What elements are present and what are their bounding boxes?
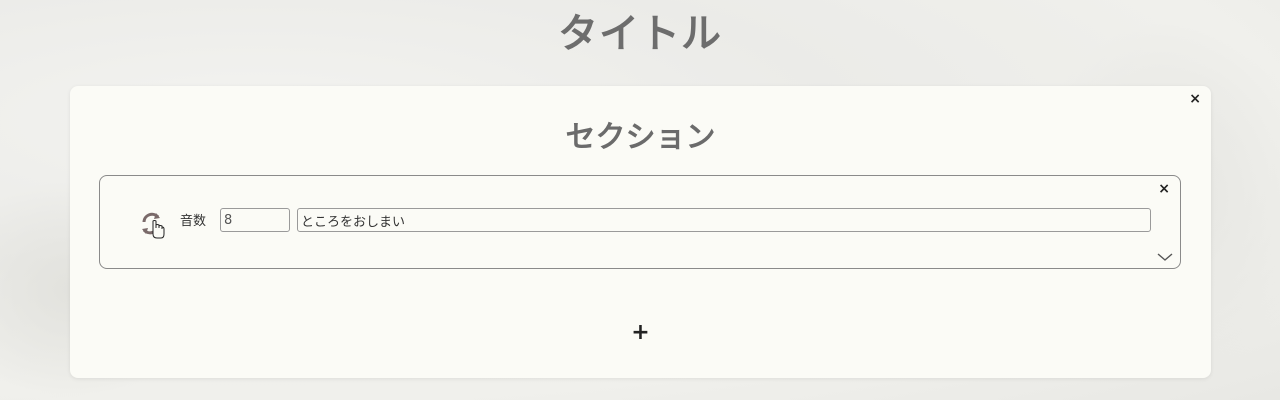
page-title: タイトル: [558, 11, 722, 57]
item-row: × 音数: [99, 175, 1181, 269]
section-close-button[interactable]: ×: [1189, 90, 1201, 108]
reload-icon[interactable]: [140, 210, 166, 240]
section-card: × セクション × 音数 +: [70, 86, 1211, 378]
chevron-down-icon[interactable]: [1157, 252, 1173, 262]
syllable-count-input[interactable]: [220, 208, 290, 232]
add-item-button[interactable]: +: [630, 320, 651, 346]
section-title: セクション: [565, 120, 716, 155]
syllable-count-label: 音数: [180, 214, 207, 229]
item-close-button[interactable]: ×: [1158, 180, 1170, 198]
lyric-text-input[interactable]: [297, 208, 1151, 232]
